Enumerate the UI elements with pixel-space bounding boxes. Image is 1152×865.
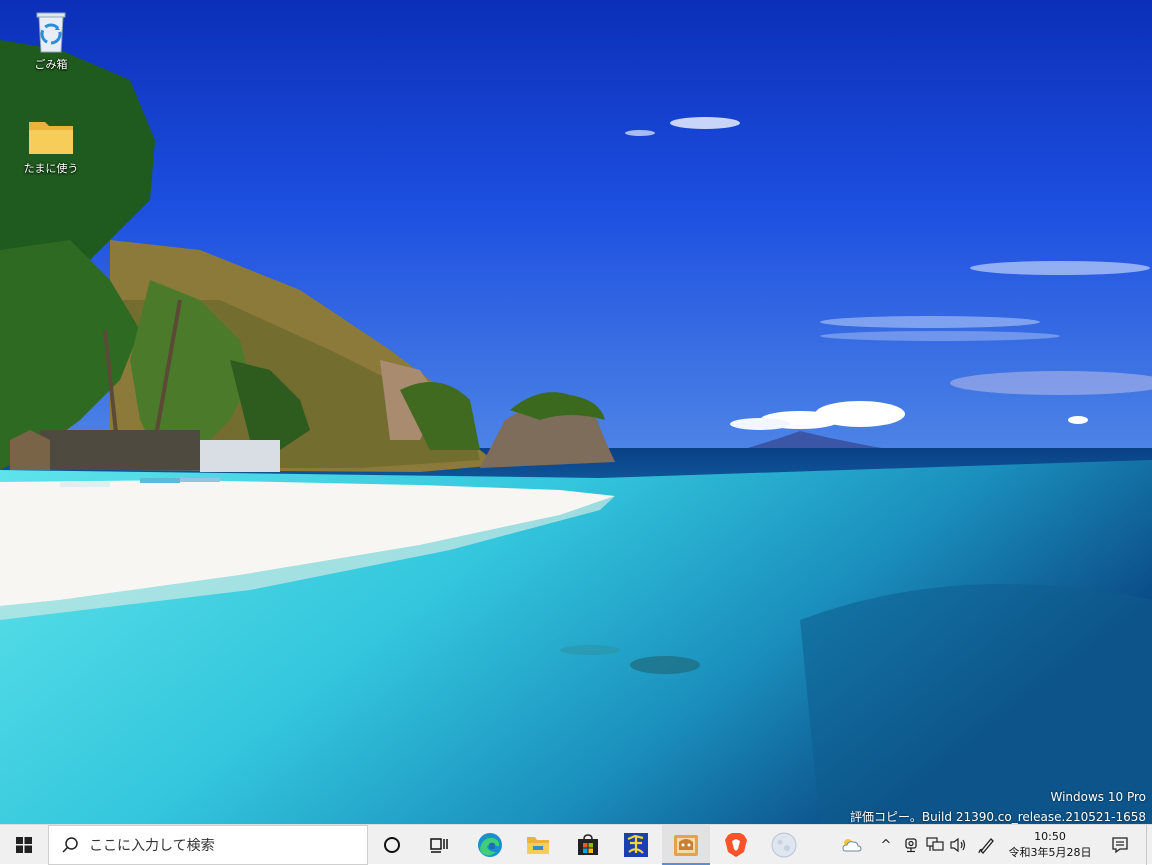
- app-active-icon: [674, 835, 698, 856]
- show-hidden-icons-button[interactable]: ^: [876, 825, 896, 865]
- pen-icon: [978, 838, 994, 854]
- desktop: ごみ箱 たまに使う Windows 10 Pro 評価コピー。Build 213…: [0, 0, 1152, 824]
- moon-icon: [771, 832, 797, 858]
- folder-icon: [29, 122, 73, 154]
- task-view-button[interactable]: [416, 825, 464, 865]
- desktop-icon-label: たまに使う: [23, 162, 79, 175]
- network-icon: [926, 837, 944, 851]
- search-placeholder: ここに入力して検索: [89, 838, 215, 854]
- edge-icon: [478, 833, 502, 857]
- taskbar: ここに入力して検索 ^ 10:50 令和3年5月28日: [0, 824, 1152, 865]
- store-taskbar-button[interactable]: [564, 825, 612, 865]
- meet-now-button[interactable]: [900, 825, 922, 865]
- active-app-taskbar-button[interactable]: [662, 825, 710, 865]
- clock[interactable]: 10:50 令和3年5月28日: [1004, 825, 1096, 865]
- speaker-icon: [950, 837, 966, 853]
- store-icon: [578, 834, 598, 855]
- webcam-icon: [905, 838, 917, 853]
- edge-taskbar-button[interactable]: [466, 825, 514, 865]
- notification-icon: [1112, 837, 1128, 854]
- wallpaper-beach: [0, 0, 1152, 824]
- volume-button[interactable]: [948, 825, 970, 865]
- clock-date: 令和3年5月28日: [1008, 846, 1092, 859]
- start-button[interactable]: [0, 825, 48, 865]
- weather-cloud-icon: [842, 839, 862, 852]
- show-desktop-button[interactable]: [1146, 825, 1152, 865]
- build-watermark: 評価コピー。Build 21390.co_release.210521-1658: [850, 810, 1146, 824]
- desktop-icon-label: ごみ箱: [34, 58, 68, 71]
- brave-taskbar-button[interactable]: [712, 825, 760, 865]
- network-button[interactable]: [924, 825, 946, 865]
- cortana-icon: [384, 837, 400, 853]
- hidemaru-taskbar-button[interactable]: [612, 825, 660, 865]
- pen-workspace-button[interactable]: [976, 825, 998, 865]
- desktop-icon-recycle-bin[interactable]: ごみ箱: [14, 8, 88, 72]
- file-explorer-taskbar-button[interactable]: [514, 825, 562, 865]
- hidemaru-icon: [624, 833, 648, 857]
- windows-edition-label: Windows 10 Pro: [1050, 790, 1146, 804]
- desktop-icon-folder[interactable]: たまに使う: [14, 112, 88, 176]
- moon-app-taskbar-button[interactable]: [760, 825, 808, 865]
- windows-logo-icon: [16, 837, 32, 853]
- action-center-button[interactable]: [1104, 825, 1136, 865]
- search-input[interactable]: ここに入力して検索: [48, 825, 368, 865]
- clock-time: 10:50: [1034, 830, 1066, 843]
- file-explorer-icon: [527, 837, 549, 854]
- task-view-icon: [430, 838, 448, 853]
- cortana-button[interactable]: [368, 825, 416, 865]
- brave-icon: [725, 833, 747, 857]
- search-icon: [62, 837, 78, 853]
- weather-button[interactable]: [836, 825, 866, 865]
- recycle-bin-icon: [36, 12, 66, 53]
- chevron-up-icon: ^: [880, 837, 892, 853]
